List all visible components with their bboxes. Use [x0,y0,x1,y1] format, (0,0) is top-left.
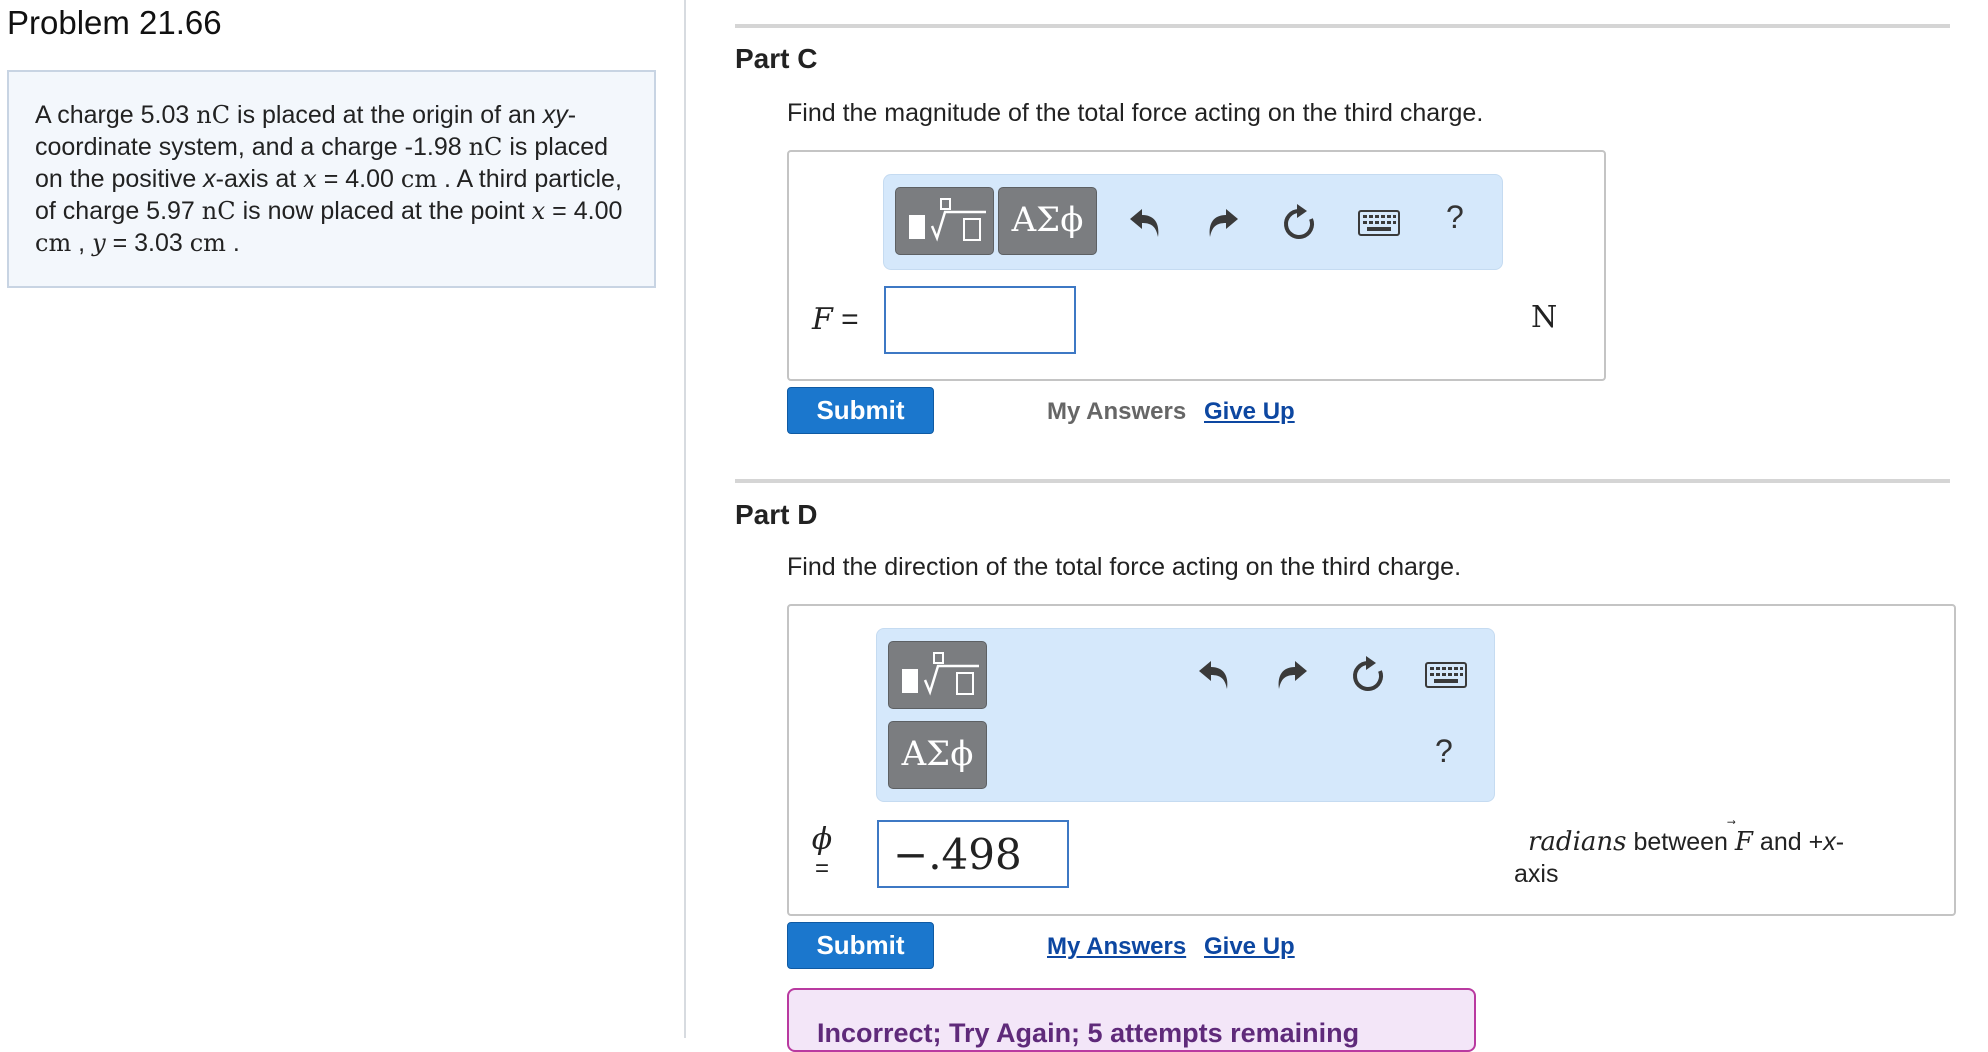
part-d-variable-label: ϕ = [811,822,833,882]
part-d-my-answers-link[interactable]: My Answers [1047,933,1186,961]
feedback-text: Incorrect; Try Again; 5 attempts remaini… [817,1018,1360,1048]
part-d-give-up-link[interactable]: Give Up [1204,933,1295,961]
keyboard-icon[interactable] [1358,210,1400,241]
reset-icon[interactable] [1349,655,1387,700]
part-c-prompt: Find the magnitude of the total force ac… [787,99,1484,127]
part-c-title: Part C [735,43,818,74]
templates-icon[interactable] [895,187,994,255]
templates-icon[interactable] [888,641,987,709]
direction-angle-value: −.498 [893,830,1022,879]
direction-angle-input[interactable]: −.498 [877,820,1069,888]
problem-statement-box: A charge 5.03 nC is placed at the origin… [7,70,656,288]
feedback-incorrect: Incorrect; Try Again; 5 attempts remaini… [787,988,1476,1052]
part-d-answer-box: ΑΣϕ ? ϕ = −.498 radians between F and +x… [787,604,1956,916]
part-d-prompt: Find the direction of the total force ac… [787,553,1462,581]
part-d-toolbar: ΑΣϕ ? [876,628,1495,802]
part-c-submit-button[interactable]: Submit [787,387,934,434]
problem-title: Problem 21.66 [7,4,222,41]
part-c-unit: N [1531,300,1558,335]
part-c-divider [735,24,1950,28]
part-c-variable-label: F = [812,302,859,337]
part-d-unit-label: radians between ⃗F and +x- axis [1514,827,1845,888]
force-magnitude-input[interactable] [884,286,1076,354]
help-icon[interactable]: ? [1435,733,1453,770]
reset-icon[interactable] [1280,203,1318,248]
part-d-submit-button[interactable]: Submit [787,922,934,969]
part-c-give-up-link[interactable]: Give Up [1204,398,1295,426]
redo-icon[interactable] [1204,205,1240,244]
help-icon[interactable]: ? [1446,199,1464,236]
part-d-divider [735,479,1950,483]
keyboard-icon[interactable] [1425,662,1467,693]
part-c-my-answers-link[interactable]: My Answers [1047,398,1186,426]
redo-icon[interactable] [1273,657,1309,696]
part-d-title: Part D [735,499,818,530]
part-c-toolbar: ΑΣϕ ? [883,174,1503,270]
part-c-answer-box: ΑΣϕ ? F = N [787,150,1606,381]
problem-pane: Problem 21.66 A charge 5.03 nC is placed… [0,0,686,1038]
greek-icon[interactable]: ΑΣϕ [888,721,987,789]
undo-icon[interactable] [1197,657,1233,696]
problem-statement: A charge 5.03 nC is placed at the origin… [35,101,623,257]
undo-icon[interactable] [1128,205,1164,244]
greek-icon[interactable]: ΑΣϕ [998,187,1097,255]
